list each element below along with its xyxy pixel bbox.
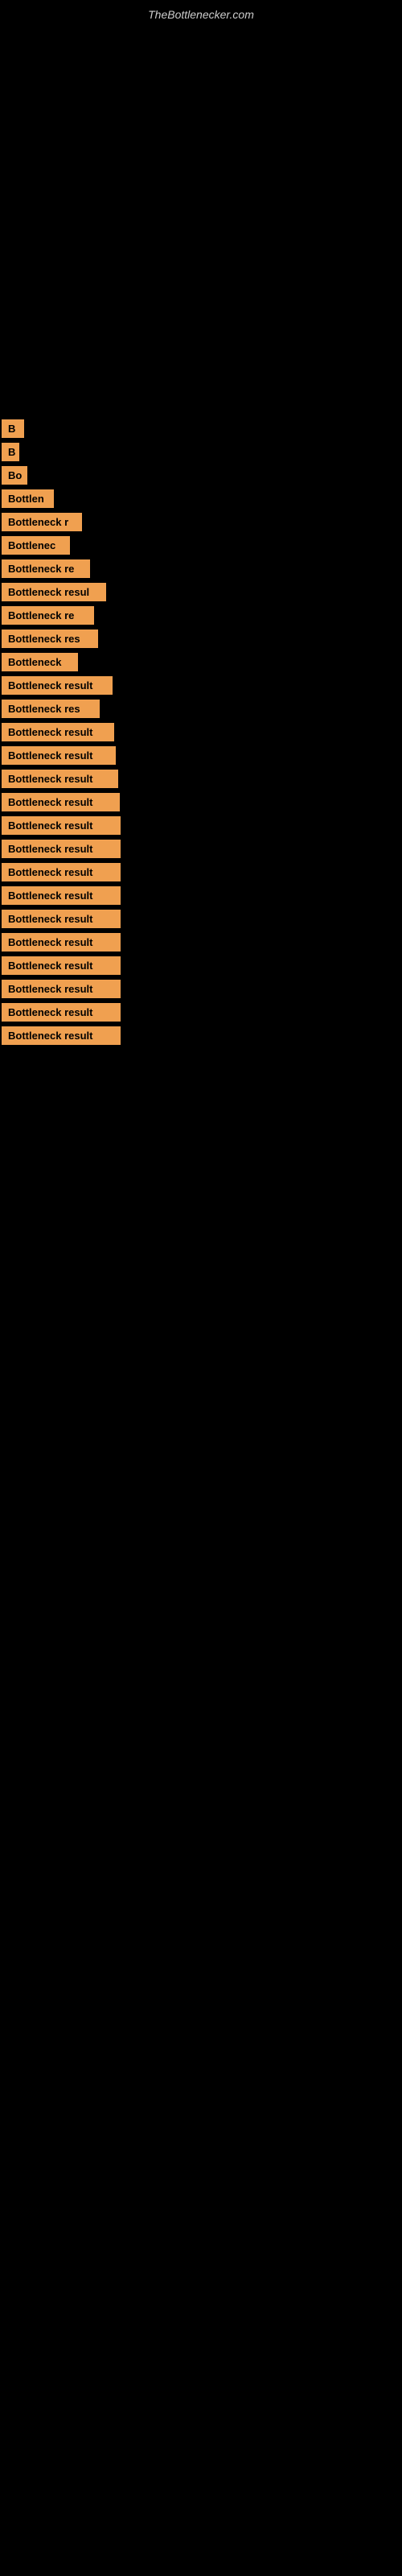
list-item: Bottleneck result bbox=[2, 910, 121, 928]
list-item: Bottleneck re bbox=[2, 606, 94, 625]
list-item: Bo bbox=[2, 466, 27, 485]
list-item: Bottleneck result bbox=[2, 723, 114, 741]
site-header: TheBottlenecker.com bbox=[0, 0, 402, 25]
list-item: Bottleneck result bbox=[2, 1026, 121, 1045]
list-item: Bottleneck result bbox=[2, 933, 121, 952]
list-item: B bbox=[2, 443, 19, 461]
list-item: Bottleneck res bbox=[2, 700, 100, 718]
list-item: Bottleneck res bbox=[2, 630, 98, 648]
list-item: Bottleneck result bbox=[2, 863, 121, 881]
list-item: Bottleneck bbox=[2, 653, 78, 671]
chart-area bbox=[0, 25, 402, 411]
list-item: Bottleneck result bbox=[2, 956, 121, 975]
list-item: Bottlen bbox=[2, 489, 54, 508]
list-item: Bottleneck r bbox=[2, 513, 82, 531]
list-item: Bottleneck result bbox=[2, 746, 116, 765]
list-item: B bbox=[2, 419, 24, 438]
list-item: Bottleneck result bbox=[2, 816, 121, 835]
list-item: Bottleneck result bbox=[2, 980, 121, 998]
list-item: Bottleneck result bbox=[2, 676, 113, 695]
bottleneck-items-container: BB Bo Bottlen Bottleneck r Bottlenec Bottlene… bbox=[0, 411, 402, 1058]
list-item: Bottleneck result bbox=[2, 886, 121, 905]
list-item: Bottleneck result bbox=[2, 770, 118, 788]
site-title: TheBottlenecker.com bbox=[0, 0, 402, 25]
list-item: Bottleneck result bbox=[2, 840, 121, 858]
list-item: Bottleneck result bbox=[2, 1003, 121, 1022]
list-item: Bottleneck re bbox=[2, 559, 90, 578]
list-item: Bottlenec bbox=[2, 536, 70, 555]
list-item: Bottleneck result bbox=[2, 793, 120, 811]
list-item: Bottleneck resul bbox=[2, 583, 106, 601]
